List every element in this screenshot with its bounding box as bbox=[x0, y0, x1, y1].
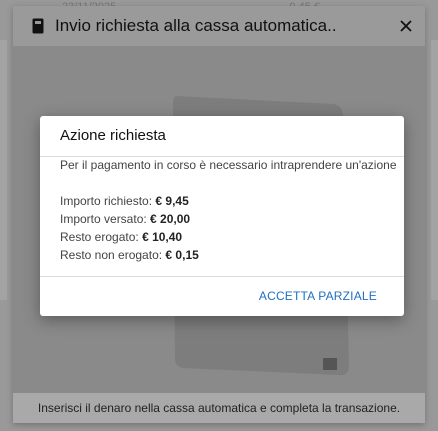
close-icon[interactable] bbox=[397, 17, 415, 35]
modal-divider-top bbox=[40, 156, 404, 157]
amount-details: Importo richiesto: € 9,45 Importo versat… bbox=[60, 192, 199, 264]
detail-label: Importo richiesto: bbox=[60, 194, 153, 208]
detail-label: Resto non erogato: bbox=[60, 248, 163, 262]
dialog-title: Invio richiesta alla cassa automatica.. bbox=[55, 16, 337, 35]
detail-row-change-given: Resto erogato: € 10,40 bbox=[60, 228, 199, 246]
accept-partial-button[interactable]: ACCETTA PARZIALE bbox=[259, 289, 377, 303]
action-required-modal: Azione richiesta Per il pagamento in cor… bbox=[40, 116, 404, 316]
dialog-footer: Inserisci il denaro nella cassa automati… bbox=[13, 393, 425, 423]
dialog-header: Invio richiesta alla cassa automatica.. bbox=[13, 6, 425, 46]
cash-machine-icon bbox=[29, 17, 47, 35]
detail-row-change-not-given: Resto non erogato: € 0,15 bbox=[60, 246, 199, 264]
background-right-edge bbox=[431, 40, 438, 300]
detail-value: € 20,00 bbox=[150, 212, 191, 226]
detail-label: Resto erogato: bbox=[60, 230, 139, 244]
modal-title: Azione richiesta bbox=[60, 127, 166, 144]
detail-label: Importo versato: bbox=[60, 212, 147, 226]
modal-divider-bottom bbox=[40, 276, 404, 277]
footer-instruction: Inserisci il denaro nella cassa automati… bbox=[37, 401, 401, 415]
detail-value: € 10,40 bbox=[142, 230, 183, 244]
detail-value: € 9,45 bbox=[155, 194, 189, 208]
background-left-edge bbox=[0, 40, 7, 300]
detail-row-requested: Importo richiesto: € 9,45 bbox=[60, 192, 199, 210]
detail-row-paid: Importo versato: € 20,00 bbox=[60, 210, 199, 228]
detail-value: € 0,15 bbox=[165, 248, 199, 262]
modal-message: Per il pagamento in corso è necessario i… bbox=[60, 158, 397, 172]
